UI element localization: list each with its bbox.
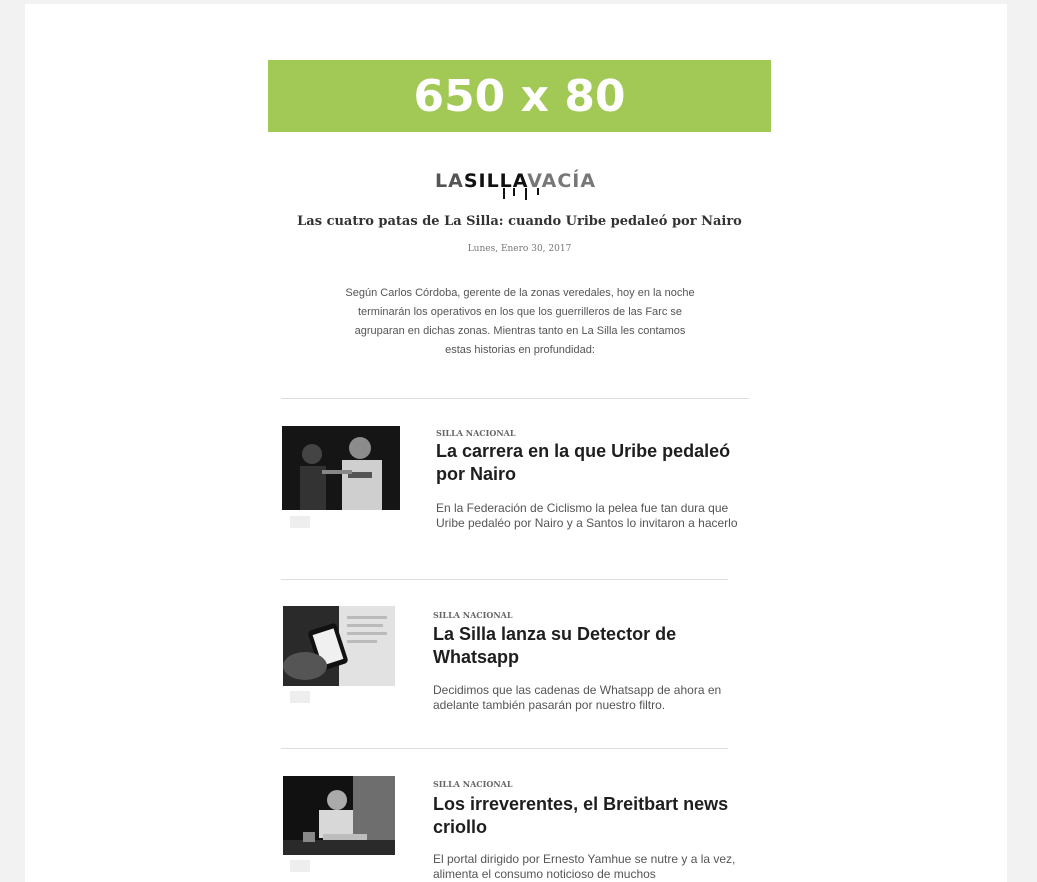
site-logo[interactable]: LASILLAVACÍA [435,166,595,202]
newsletter-intro: Según Carlos Córdoba, gerente de la zona… [345,287,695,356]
article-3-thumb-shadow [290,860,310,872]
article-1-thumb-shadow [290,516,310,528]
phone-photo-icon [283,606,395,686]
article-1-thumbnail[interactable] [282,426,400,510]
section-divider [281,748,728,749]
article-3-thumbnail[interactable] [283,776,395,855]
article-1-description: En la Federación de Ciclismo la pelea fu… [436,501,738,530]
logo-drip-icon [503,188,539,200]
article-3-description: El portal dirigido por Ernesto Yamhue se… [433,852,736,881]
article-3-category: SILLA NACIONAL [433,779,513,789]
ad-banner-label: 650 x 80 [413,70,626,122]
newsletter-headline[interactable]: Las cuatro patas de La Silla: cuando Uri… [268,214,771,229]
article-2-title[interactable]: La Silla lanza su Detector de Whatsapp [433,623,733,669]
newsletter-date: Lunes, Enero 30, 2017 [467,244,572,254]
article-1-category: SILLA NACIONAL [436,428,516,438]
article-2-thumb-shadow [290,691,310,703]
article-2-description: Decidimos que las cadenas de Whatsapp de… [433,683,722,712]
ad-banner[interactable]: 650 x 80 [268,60,771,132]
man-reading-photo-icon [283,776,395,855]
cyclist-photo-icon [282,426,400,510]
article-1-title[interactable]: La carrera en la que Uribe pedaleó por N… [436,440,736,486]
section-divider [281,398,749,399]
newsletter-page: 650 x 80 LASILLAVACÍA Las cuatro patas d… [25,4,1007,882]
logo-text-la: LA [435,170,464,192]
article-2-thumbnail[interactable] [283,606,395,686]
article-3-title[interactable]: Los irreverentes, el Breitbart news crio… [433,793,733,839]
section-divider [281,579,728,580]
article-2-category: SILLA NACIONAL [433,610,513,620]
